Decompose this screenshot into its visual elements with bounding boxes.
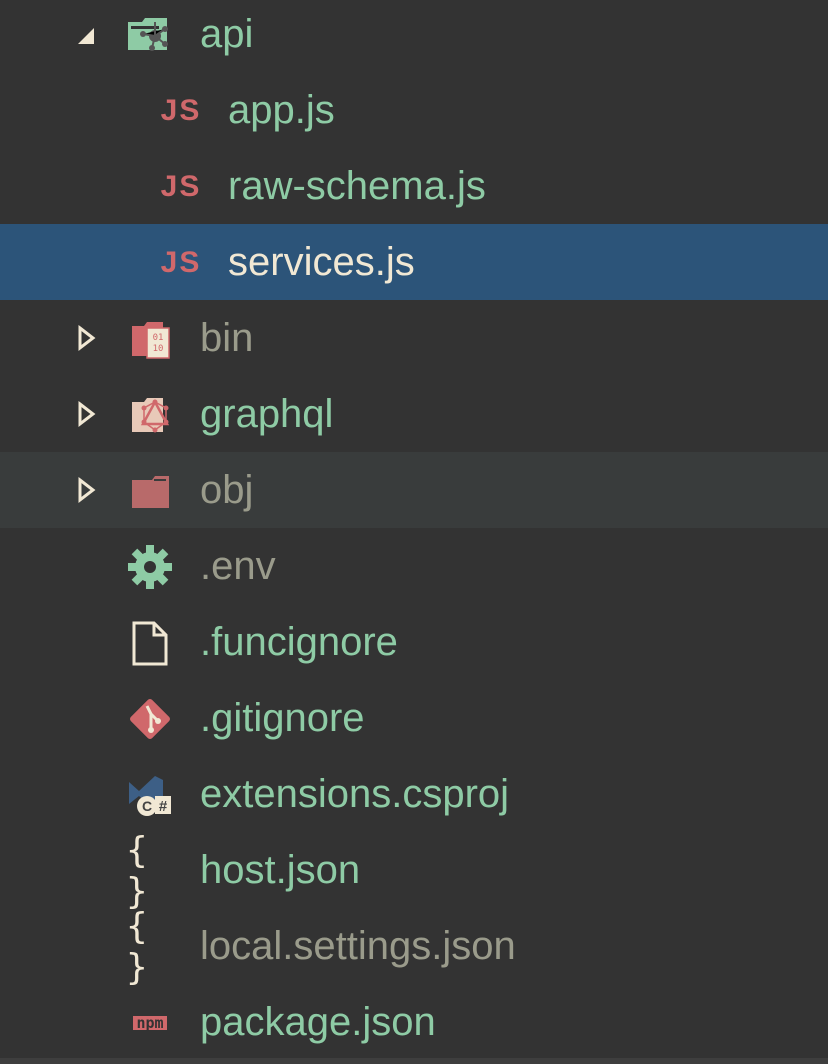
tree-item-env[interactable]: .env <box>0 528 828 604</box>
tree-item-label: obj <box>200 468 254 512</box>
svg-text:10: 10 <box>153 344 164 354</box>
tree-item-services-js[interactable]: JS services.js <box>0 224 828 300</box>
folder-icon <box>132 476 169 508</box>
js-icon: JS <box>160 246 202 279</box>
js-icon: JS <box>160 170 202 203</box>
tree-item-extensions-csproj[interactable]: C # extensions.csproj <box>0 756 828 832</box>
npm-icon-text: npm <box>133 1016 167 1031</box>
chevron-collapsed-icon[interactable] <box>76 324 96 352</box>
tree-item-label: bin <box>200 316 254 360</box>
tree-item-label: app.js <box>228 88 335 132</box>
tree-item-label: .funcignore <box>200 620 398 664</box>
tree-item-package-json[interactable]: npm package.json <box>0 984 828 1060</box>
tree-item-label: .gitignore <box>200 696 365 740</box>
file-explorer-tree: api JS app.js JS raw-schema.js JS servic… <box>0 0 828 1060</box>
json-icon: { } <box>126 906 156 988</box>
svg-text:C: C <box>142 798 152 814</box>
tree-item-host-json[interactable]: { } host.json <box>0 830 828 912</box>
git-icon <box>130 699 170 739</box>
gear-icon <box>128 545 172 589</box>
tree-item-label: services.js <box>228 240 415 284</box>
json-icon: { } <box>126 830 156 912</box>
chevron-collapsed-icon[interactable] <box>76 476 96 504</box>
tree-item-label: host.json <box>200 848 361 892</box>
tree-item-label: .env <box>200 544 276 588</box>
graphql-folder-icon <box>132 398 170 433</box>
chevron-collapsed-icon[interactable] <box>76 400 96 428</box>
svg-text:01: 01 <box>153 333 164 343</box>
tree-item-raw-schema-js[interactable]: JS raw-schema.js <box>0 148 828 224</box>
binary-folder-icon: 0110 <box>132 322 170 359</box>
chevron-expanded-icon[interactable] <box>76 20 96 48</box>
file-icon <box>132 621 168 666</box>
tree-item-app-js[interactable]: JS app.js <box>0 72 828 148</box>
horizontal-scrollbar[interactable] <box>0 1058 828 1064</box>
tree-item-api[interactable]: api <box>0 0 828 72</box>
api-folder-icon <box>128 18 168 51</box>
tree-item-bin[interactable]: 01 10 bin <box>0 300 828 376</box>
npm-icon: npm <box>125 1000 175 1046</box>
tree-item-label: extensions.csproj <box>200 772 510 816</box>
tree-item-label: api <box>200 12 254 56</box>
tree-item-label: raw-schema.js <box>228 164 486 208</box>
tree-item-label: package.json <box>200 1000 436 1044</box>
svg-text:#: # <box>159 798 168 815</box>
tree-item-label: graphql <box>200 392 334 436</box>
csharp-project-icon: C # <box>129 776 171 816</box>
tree-item-local-settings-json[interactable]: { } local.settings.json <box>0 906 828 988</box>
tree-item-gitignore[interactable]: .gitignore <box>0 680 828 756</box>
tree-item-label: local.settings.json <box>200 924 516 968</box>
js-icon: JS <box>160 94 202 127</box>
tree-item-graphql[interactable]: graphql <box>0 376 828 452</box>
tree-item-obj[interactable]: obj <box>0 452 828 528</box>
tree-item-funcignore[interactable]: .funcignore <box>0 604 828 680</box>
